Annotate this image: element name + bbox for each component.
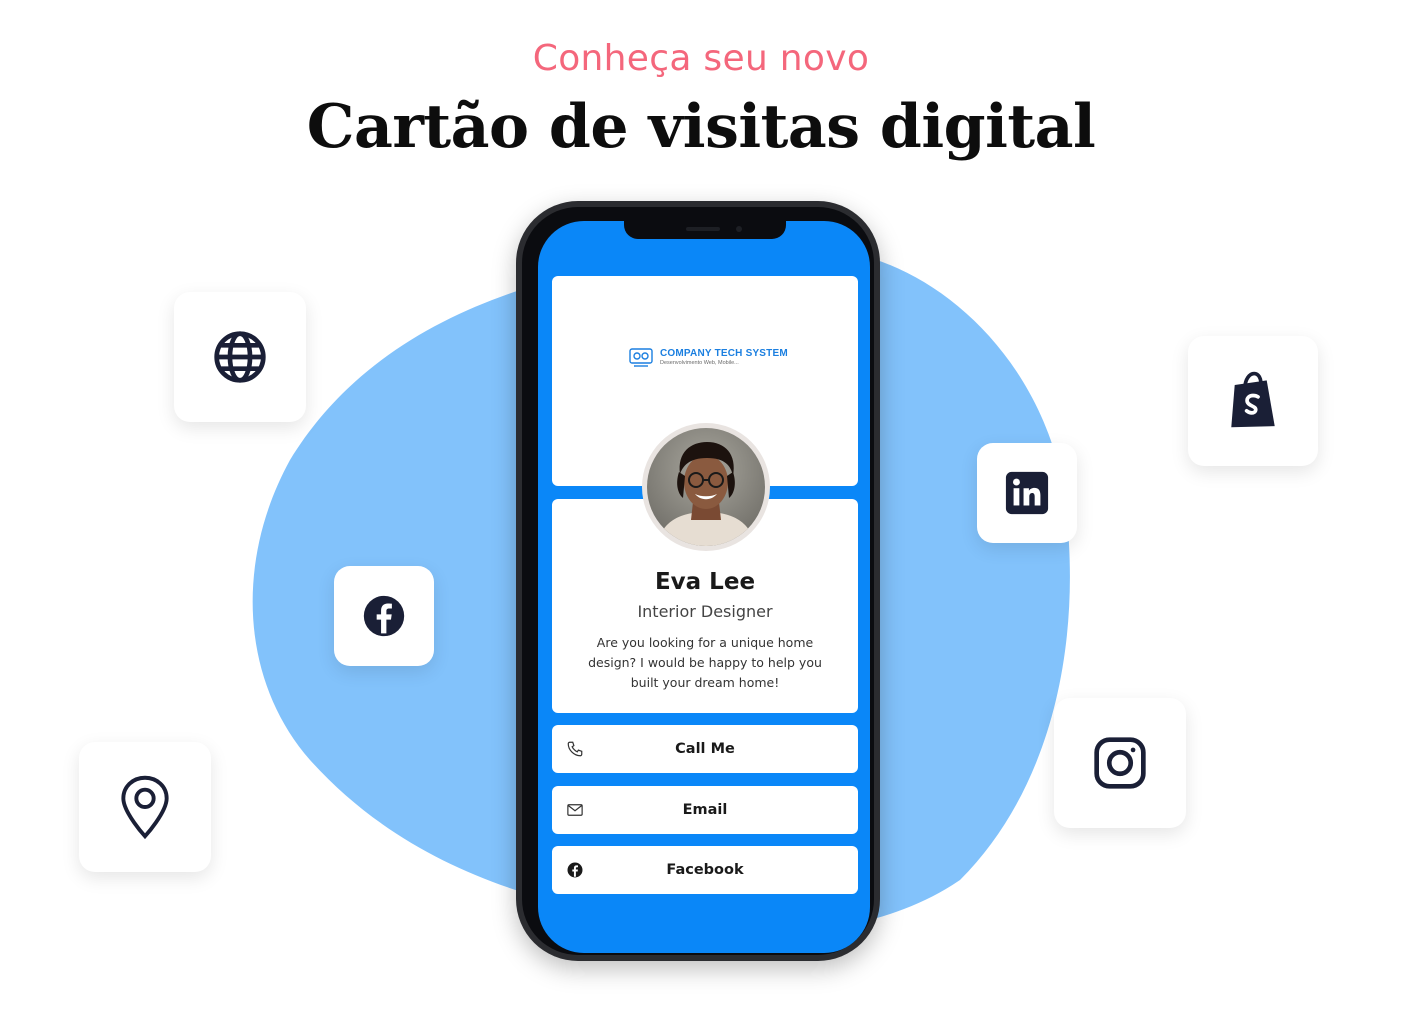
facebook-icon [363,595,405,637]
envelope-icon [567,804,583,816]
globe-tile[interactable] [174,292,306,422]
profile-name: Eva Lee [654,569,756,595]
shopify-bag-icon [1231,371,1275,428]
facebook-label: Facebook [666,862,744,878]
email-button[interactable]: Email [552,786,858,834]
company-tagline: Desenvolvimento Web, Mobile... [660,360,739,366]
phone-icon [567,741,583,757]
facebook-tile[interactable] [334,566,434,666]
shopify-tile[interactable] [1188,336,1318,466]
profile-bio: Are you looking for a unique home design… [588,635,822,690]
location-tile[interactable] [79,742,211,872]
phone-bezel: COMPANY TECH SYSTEM Desenvolvimento Web,… [522,207,874,955]
facebook-icon [567,862,583,878]
linkedin-icon [1005,471,1049,515]
avatar [642,423,770,551]
instagram-tile[interactable] [1054,698,1186,828]
call-me-button[interactable]: Call Me [552,725,858,773]
globe-icon [214,331,266,383]
email-label: Email [682,802,728,818]
linkedin-tile[interactable] [977,443,1077,543]
company-logo: COMPANY TECH SYSTEM Desenvolvimento Web,… [628,346,788,368]
phone-notch [624,221,786,239]
phone-mockup: COMPANY TECH SYSTEM Desenvolvimento Web,… [516,201,880,961]
profile-role: Interior Designer [637,602,773,621]
hero-kicker: Conheça seu novo [532,38,870,79]
phone-screen: COMPANY TECH SYSTEM Desenvolvimento Web,… [538,221,870,953]
avatar-photo [647,428,765,546]
facebook-button[interactable]: Facebook [552,846,858,894]
hero-headline: Cartão de visitas digital [306,92,1096,162]
company-logo-icon [629,348,653,367]
call-me-label: Call Me [675,741,735,757]
instagram-icon [1094,737,1146,789]
company-name: COMPANY TECH SYSTEM [660,348,788,359]
location-pin-icon [121,775,169,840]
